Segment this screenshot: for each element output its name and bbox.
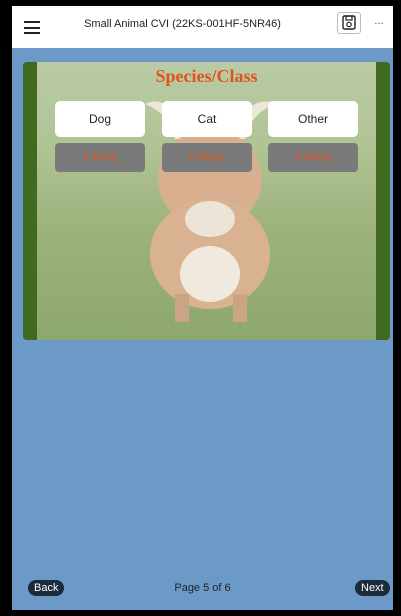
menu-icon[interactable] — [24, 21, 40, 34]
app-frame: Small Animal CVI (22KS-001HF-5NR46) ... — [12, 6, 393, 610]
other-option-button[interactable]: Other — [268, 101, 358, 137]
dog-option-button[interactable]: Dog — [55, 101, 145, 137]
page-title: Small Animal CVI (22KS-001HF-5NR46) — [84, 18, 281, 30]
save-button[interactable] — [337, 12, 361, 34]
dog-entry-count: 1 Entry — [55, 143, 145, 172]
species-heading: Species/Class — [155, 66, 258, 86]
cat-entry-count: 0 Entry — [162, 143, 252, 172]
header-bar: Small Animal CVI (22KS-001HF-5NR46) ... — [12, 6, 393, 48]
species-card: Species/Class Dog Cat Other 1 Entry 0 En… — [23, 62, 390, 340]
more-options-button[interactable]: ... — [369, 15, 389, 33]
next-button[interactable]: Next — [355, 580, 390, 596]
footer-nav: Back Page 5 of 6 Next — [12, 566, 393, 610]
card-edge-left — [23, 62, 37, 340]
page-indicator: Page 5 of 6 — [174, 582, 231, 594]
other-entry-count: 0 Entry — [268, 143, 358, 172]
save-icon — [342, 15, 356, 30]
cat-option-button[interactable]: Cat — [162, 101, 252, 137]
card-edge-right — [376, 62, 390, 340]
